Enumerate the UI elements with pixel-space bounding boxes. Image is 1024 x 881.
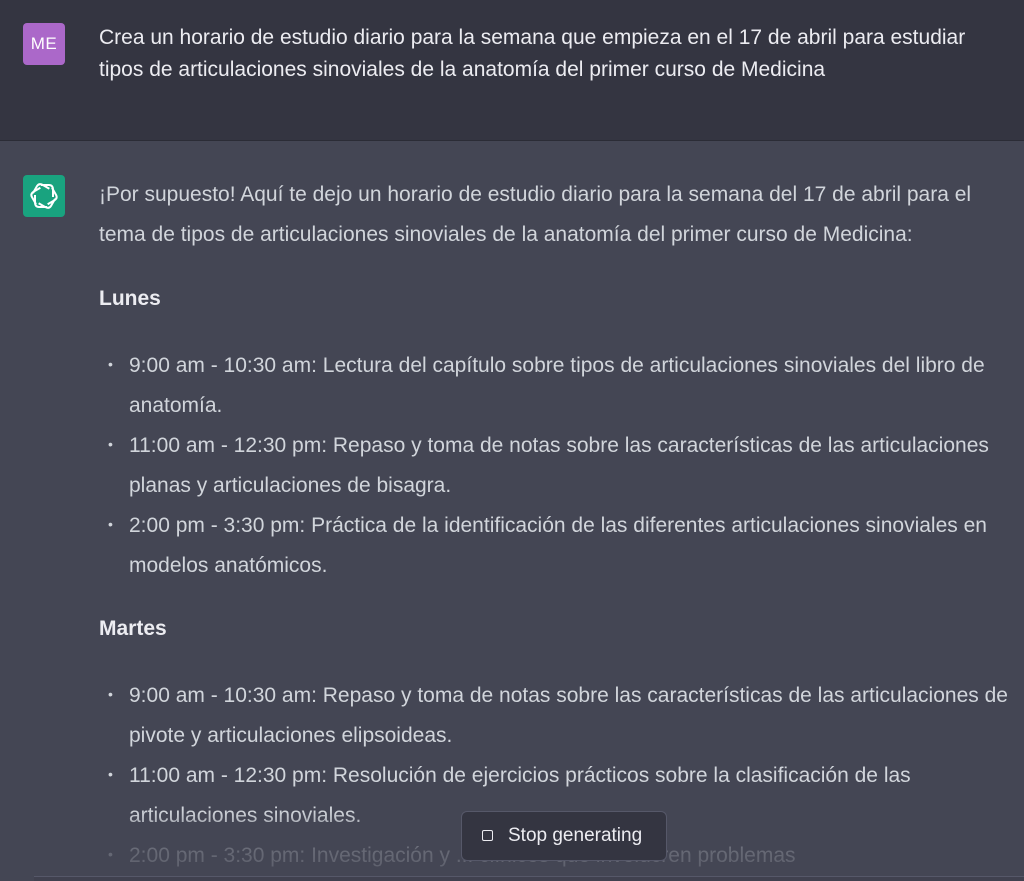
list-item: • 9:00 am - 10:30 am: Lectura del capítul… xyxy=(99,346,1014,426)
bullet-icon: • xyxy=(108,766,113,782)
day-heading-lunes: Lunes xyxy=(99,287,161,310)
user-message-text: Crea un horario de estudio diario para l… xyxy=(99,26,966,81)
day-heading-martes: Martes xyxy=(99,617,167,640)
assistant-message-content: ¡Por supuesto! Aquí te dejo un horario d… xyxy=(99,175,1014,876)
bullet-icon: • xyxy=(108,846,113,862)
input-area-edge xyxy=(34,876,1024,881)
chat-page: ME Crea un horario de estudio diario par… xyxy=(0,0,1024,881)
user-message: ME Crea un horario de estudio diario par… xyxy=(0,0,1024,141)
openai-logo-icon xyxy=(30,183,58,209)
stop-square-icon xyxy=(482,830,493,841)
session-text: 2:00 pm - 3:30 pm: Práctica de la identi… xyxy=(129,514,987,577)
assistant-avatar xyxy=(23,175,65,217)
assistant-intro: ¡Por supuesto! Aquí te dejo un horario d… xyxy=(99,183,972,246)
bullet-icon: • xyxy=(108,436,113,452)
stop-generating-label: Stop generating xyxy=(508,825,643,846)
session-list-lunes: • 9:00 am - 10:30 am: Lectura del capítul… xyxy=(99,346,1014,586)
session-text: 9:00 am - 10:30 am: Repaso y toma de not… xyxy=(129,684,1008,747)
list-item: • 9:00 am - 10:30 am: Repaso y toma de no… xyxy=(99,676,1014,756)
user-avatar: ME xyxy=(23,23,65,65)
bullet-icon: • xyxy=(108,356,113,372)
session-text: 9:00 am - 10:30 am: Lectura del capítulo… xyxy=(129,354,985,417)
stop-generating-button[interactable]: Stop generating xyxy=(461,811,667,861)
session-text: 11:00 am - 12:30 pm: Repaso y toma de no… xyxy=(129,434,989,497)
list-item: • 11:00 am - 12:30 pm: Repaso y toma de n… xyxy=(99,426,1014,506)
bullet-icon: • xyxy=(108,686,113,702)
bullet-icon: • xyxy=(108,516,113,532)
list-item: • 2:00 pm - 3:30 pm: Práctica de la ident… xyxy=(99,506,1014,586)
assistant-message: ¡Por supuesto! Aquí te dejo un horario d… xyxy=(0,141,1024,881)
